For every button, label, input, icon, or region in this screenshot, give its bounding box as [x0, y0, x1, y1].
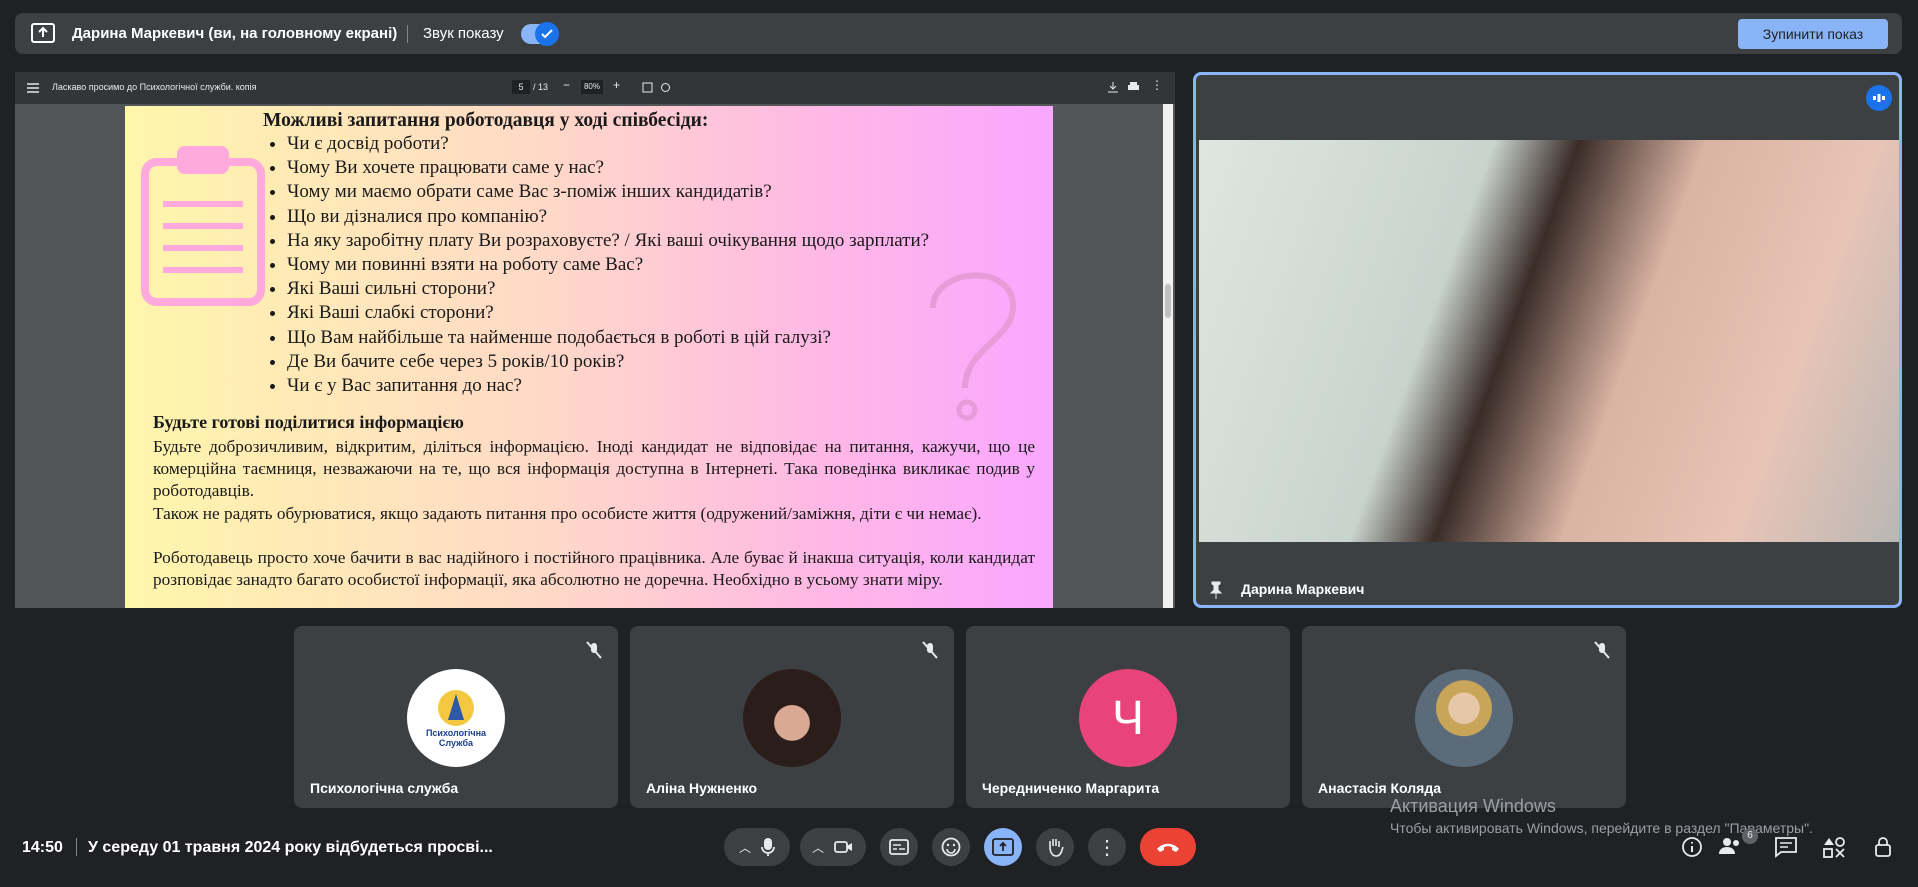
paragraph: Також не радять обурюватися, якщо задают… [153, 504, 982, 523]
question-item: Чи є досвід роботи? [287, 132, 929, 156]
rotate-icon[interactable] [660, 82, 671, 93]
paragraph: Будьте доброзичливим, відкритим, ділітьс… [153, 437, 1035, 500]
question-mark-decoration [930, 272, 1017, 421]
people-button[interactable]: 6 [1718, 828, 1758, 858]
zoom-out-icon[interactable]: − [563, 78, 570, 92]
activities-icon[interactable] [1822, 836, 1848, 858]
question-item: Чи є у Вас запитання до нас? [287, 374, 929, 398]
question-item: Які Ваші слабкі сторони? [287, 301, 929, 325]
mic-off-icon [582, 638, 606, 662]
participant-video [1199, 140, 1899, 542]
share-sound-label: Звук показу [423, 25, 504, 42]
questions-list: Чи є досвід роботи? Чому Ви хочете працю… [273, 132, 929, 398]
check-icon [535, 22, 559, 46]
people-icon [1719, 838, 1739, 854]
clipboard-icon [141, 146, 265, 306]
emoji-icon [941, 837, 961, 857]
more-vert-icon[interactable]: ⋮ [1151, 78, 1163, 92]
pdf-toolbar: Ласкаво просимо до Психологічної служби.… [15, 72, 1175, 104]
question-item: Що Вам найбільше та найменше подобається… [287, 326, 929, 350]
participant-name: Дарина Маркевич [1241, 581, 1365, 597]
avatar [1415, 669, 1513, 767]
screen-share-bar: Дарина Маркевич (ви, на головному екрані… [15, 13, 1902, 54]
scrollbar[interactable] [1163, 104, 1173, 608]
participant-name: Психологічна служба [310, 780, 459, 796]
avatar [743, 669, 841, 767]
participant-tile[interactable]: Ч Чередниченко Маргарита [966, 626, 1290, 808]
microphone-control[interactable]: ︿ [724, 828, 790, 866]
present-screen-icon [31, 23, 55, 43]
zoom-in-icon[interactable]: + [613, 78, 620, 92]
scrollbar-thumb[interactable] [1165, 284, 1171, 318]
participant-name: Чередниченко Маргарита [982, 780, 1160, 796]
share-sound-toggle[interactable] [521, 22, 559, 46]
question-item: Які Ваші сильні сторони? [287, 277, 929, 301]
divider [407, 25, 408, 43]
windows-activation-title: Активация Windows [1390, 796, 1556, 816]
participant-name: Анастасія Коляда [1318, 780, 1441, 796]
hang-up-icon [1157, 843, 1179, 852]
pinned-video-tile[interactable]: Дарина Маркевич [1193, 72, 1902, 608]
participant-tile[interactable]: Анастасія Коляда [1302, 626, 1626, 808]
avatar: Ч [1079, 669, 1177, 767]
participant-tile[interactable]: Психологічна Служба Психологічна служба [294, 626, 618, 808]
participant-tile[interactable]: Аліна Нужненко [630, 626, 954, 808]
paragraph: Роботодавець просто хоче бачити в вас на… [153, 548, 1035, 589]
presenter-label: Дарина Маркевич (ви, на головному екрані… [72, 25, 398, 42]
mic-off-icon [1590, 638, 1614, 662]
camera-control[interactable]: ︿ [800, 828, 866, 866]
page-total: / 13 [533, 82, 549, 92]
raise-hand-button[interactable] [1036, 828, 1074, 866]
question-item: Чому Ви хочете працювати саме у нас? [287, 156, 929, 180]
camera-icon[interactable] [834, 840, 854, 854]
question-item: Чому ми повинні взяти на роботу саме Вас… [287, 253, 929, 277]
captions-button[interactable] [880, 828, 918, 866]
meeting-title[interactable]: У середу 01 травня 2024 року відбудеться… [88, 839, 493, 857]
download-icon[interactable] [1108, 82, 1118, 93]
questions-heading: Можливі запитання роботодавця у ході спі… [263, 110, 709, 131]
mic-off-icon [918, 638, 942, 662]
question-item: На яку заробітну плату Ви розраховуєте? … [287, 229, 929, 253]
page-number-input[interactable]: 5 [512, 80, 530, 94]
chat-icon[interactable] [1773, 836, 1799, 858]
menu-icon[interactable] [27, 83, 39, 93]
question-item: Що ви дізналися про компанію? [287, 205, 929, 229]
zoom-input[interactable]: 80% [581, 80, 603, 94]
present-screen-button[interactable] [984, 828, 1022, 866]
clock: 14:50 [22, 839, 63, 856]
reactions-button[interactable] [932, 828, 970, 866]
more-options-button[interactable]: ⋮ [1088, 828, 1126, 866]
emblem-icon [438, 690, 474, 726]
pdf-title: Ласкаво просимо до Психологічної служби.… [52, 82, 257, 92]
avatar: Психологічна Служба [407, 669, 505, 767]
leave-call-button[interactable] [1140, 828, 1196, 866]
info-subheading: Будьте готові поділитися інформацією [153, 412, 464, 432]
info-icon[interactable] [1679, 836, 1705, 858]
divider [76, 838, 77, 856]
hand-icon [1049, 839, 1064, 857]
pin-icon[interactable] [1208, 581, 1224, 599]
host-controls-icon[interactable] [1871, 836, 1897, 858]
speaking-indicator-icon [1866, 85, 1892, 111]
present-screen-icon [992, 838, 1014, 856]
chevron-up-icon[interactable]: ︿ [739, 839, 751, 856]
more-vert-icon: ⋮ [1097, 836, 1117, 859]
print-icon[interactable] [1128, 82, 1139, 93]
fit-page-icon[interactable] [642, 82, 653, 93]
stop-presenting-button[interactable]: Зупинити показ [1738, 19, 1888, 49]
captions-icon [889, 839, 909, 855]
microphone-icon[interactable] [761, 837, 775, 857]
pdf-page: Можливі запитання роботодавця у ході спі… [125, 106, 1053, 608]
participant-name: Аліна Нужненко [646, 780, 758, 796]
people-count-badge: 6 [1742, 828, 1758, 844]
chevron-up-icon[interactable]: ︿ [812, 839, 824, 856]
question-item: Чому ми маємо обрати саме Вас з-поміж ін… [287, 180, 929, 204]
question-item: Де Ви бачите себе через 5 років/10 років… [287, 350, 929, 374]
shared-pdf-viewer: Ласкаво просимо до Психологічної служби.… [15, 72, 1175, 608]
